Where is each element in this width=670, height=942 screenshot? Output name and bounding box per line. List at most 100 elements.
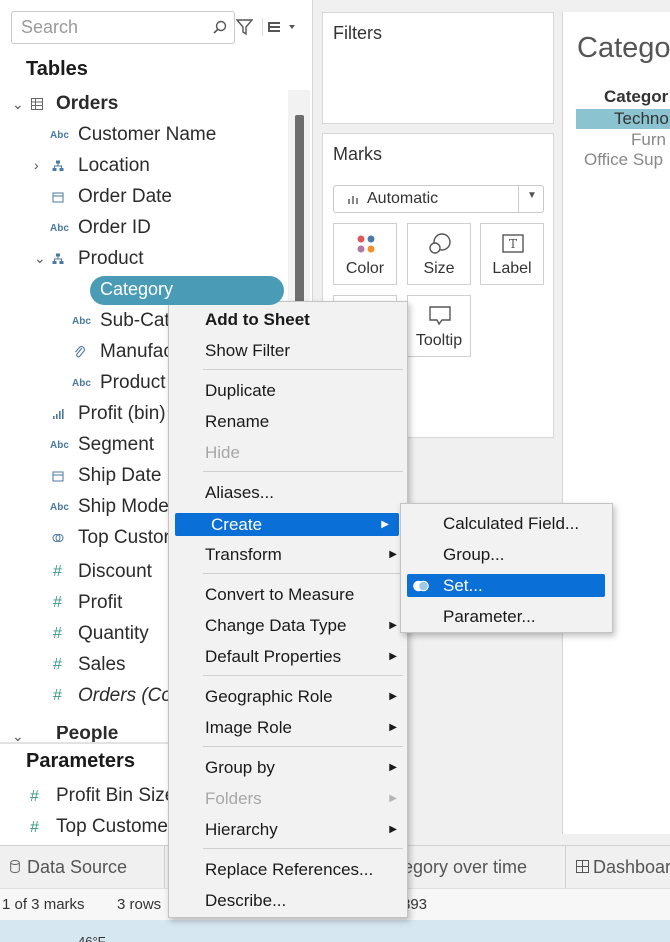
- tab-data-source[interactable]: Data Source: [0, 846, 165, 888]
- filters-card[interactable]: Filters: [322, 12, 554, 124]
- menu-item-default-properties[interactable]: Default Properties ▶: [169, 642, 407, 672]
- mark-color-button[interactable]: Color: [333, 223, 397, 285]
- field-manufac[interactable]: Manufac: [100, 338, 173, 366]
- string-type-icon: Abc: [50, 223, 69, 234]
- view-row-technology[interactable]: Techno: [614, 109, 669, 129]
- chevron-down-icon[interactable]: ▼: [527, 190, 537, 201]
- mark-tooltip-button[interactable]: Tooltip: [407, 295, 471, 357]
- menu-item-hierarchy[interactable]: Hierarchy ▶: [169, 815, 407, 845]
- submenu-item-group[interactable]: Group...: [401, 540, 612, 570]
- menu-item-transform[interactable]: Transform ▶: [169, 540, 407, 570]
- string-type-icon: Abc: [50, 440, 69, 451]
- menu-item-change-data-type[interactable]: Change Data Type ▶: [169, 611, 407, 641]
- worksheet-view[interactable]: Catego Categor Techno Furn Office Sup: [562, 12, 670, 834]
- submenu-item-set[interactable]: Set...: [407, 574, 605, 597]
- tab-category-over-time[interactable]: tegory over time: [396, 846, 566, 888]
- filter-icon[interactable]: [236, 18, 253, 36]
- mark-type-dropdown[interactable]: Automatic ▼: [333, 185, 544, 213]
- status-marks: 1 of 3 marks: [2, 896, 85, 913]
- mark-label-button[interactable]: T Label: [480, 223, 544, 285]
- tab-data-source-label: Data Source: [27, 857, 128, 877]
- status-rows: 3 rows: [117, 896, 162, 913]
- tab-dashboard[interactable]: Dashboar: [566, 846, 670, 888]
- field-order-id[interactable]: Order ID: [78, 214, 151, 242]
- menu-item-rename[interactable]: Rename: [169, 407, 407, 437]
- date-type-icon: [52, 471, 64, 482]
- submenu-arrow-icon: ▶: [389, 691, 397, 702]
- hierarchy-icon: [52, 160, 64, 171]
- tree-table-orders[interactable]: Orders: [56, 90, 118, 118]
- dashboard-icon: [576, 860, 589, 873]
- mark-size-button[interactable]: Size: [407, 223, 471, 285]
- field-orders-co[interactable]: Orders (Co: [78, 682, 172, 710]
- menu-item-group-by[interactable]: Group by ▶: [169, 753, 407, 783]
- field-top-custor[interactable]: Top Custor: [78, 524, 170, 552]
- number-icon: #: [30, 819, 39, 836]
- tab-dashboard-label: Dashboar: [593, 857, 670, 877]
- menu-separator: [203, 675, 403, 676]
- category-field-pill[interactable]: Category: [90, 276, 284, 305]
- expand-caret[interactable]: ⌄: [34, 250, 46, 267]
- field-sales[interactable]: Sales: [78, 651, 126, 679]
- color-icon: [357, 235, 375, 253]
- field-customer-name[interactable]: Customer Name: [78, 121, 216, 149]
- tables-title: Tables: [26, 58, 88, 80]
- number-type-icon: #: [53, 687, 62, 704]
- orders-collapse-caret[interactable]: ⌄: [12, 96, 24, 113]
- menu-item-convert-to-measure[interactable]: Convert to Measure: [169, 580, 407, 610]
- number-type-icon: #: [53, 563, 62, 580]
- label-icon: T: [502, 234, 524, 253]
- string-type-icon: Abc: [72, 316, 91, 327]
- submenu-arrow-icon: ▶: [389, 824, 397, 835]
- set-icon: [52, 534, 64, 542]
- parameters-title: Parameters: [26, 750, 135, 772]
- submenu-item-calculated-field[interactable]: Calculated Field...: [401, 509, 612, 539]
- field-context-menu: Add to Sheet Show Filter Duplicate Rename Hi…: [168, 301, 408, 918]
- view-toggle-icon[interactable]: [262, 16, 300, 38]
- tree-table-people[interactable]: People: [56, 726, 118, 742]
- field-sub-cat[interactable]: Sub-Cat: [100, 307, 170, 335]
- field-product[interactable]: Product: [78, 245, 143, 273]
- search-input[interactable]: [12, 12, 192, 43]
- bin-icon: [53, 409, 64, 419]
- string-type-icon: Abc: [72, 378, 91, 389]
- expand-caret[interactable]: ›: [34, 157, 39, 173]
- string-type-icon: Abc: [50, 502, 69, 513]
- field-ship-date[interactable]: Ship Date: [78, 462, 161, 490]
- field-profit-bin[interactable]: Profit (bin): [78, 400, 166, 428]
- label-label: Label: [492, 260, 532, 277]
- field-segment[interactable]: Segment: [78, 431, 154, 459]
- weather-text[interactable]: 46°F: [78, 932, 106, 942]
- parameter-top-customers[interactable]: Top Custome: [56, 813, 168, 841]
- field-ship-mode[interactable]: Ship Mode: [78, 493, 169, 521]
- menu-item-create[interactable]: Create ▶: [175, 513, 399, 536]
- field-location[interactable]: Location: [78, 152, 150, 180]
- field-product[interactable]: Product: [100, 369, 165, 397]
- os-taskbar: 46°F: [0, 920, 670, 942]
- tooltip-icon: [429, 306, 451, 326]
- view-column-header: Categor: [604, 87, 669, 106]
- size-label: Size: [423, 260, 455, 277]
- view-row-furniture[interactable]: Furn: [631, 130, 666, 150]
- submenu-item-parameter[interactable]: Parameter...: [401, 602, 612, 632]
- number-type-icon: #: [53, 656, 62, 673]
- menu-item-duplicate[interactable]: Duplicate: [169, 376, 407, 406]
- svg-text:T: T: [509, 237, 517, 251]
- menu-item-add-to-sheet[interactable]: Add to Sheet: [169, 305, 407, 335]
- field-discount[interactable]: Discount: [78, 558, 152, 586]
- parameter-profit-bin-size[interactable]: Profit Bin Size: [56, 782, 175, 810]
- menu-item-geographic-role[interactable]: Geographic Role ▶: [169, 682, 407, 712]
- field-order-date[interactable]: Order Date: [78, 183, 172, 211]
- menu-item-image-role[interactable]: Image Role ▶: [169, 713, 407, 743]
- search-box[interactable]: [11, 11, 235, 44]
- menu-item-show-filter[interactable]: Show Filter: [169, 336, 407, 366]
- field-profit[interactable]: Profit: [78, 589, 122, 617]
- view-row-office-supplies[interactable]: Office Sup: [584, 150, 663, 170]
- menu-item-aliases[interactable]: Aliases...: [169, 478, 407, 508]
- date-type-icon: [52, 192, 64, 203]
- search-icon[interactable]: [212, 19, 228, 35]
- submenu-arrow-icon: ▶: [389, 722, 397, 733]
- menu-item-replace-references[interactable]: Replace References...: [169, 855, 407, 885]
- field-quantity[interactable]: Quantity: [78, 620, 149, 648]
- menu-item-describe[interactable]: Describe...: [169, 886, 407, 916]
